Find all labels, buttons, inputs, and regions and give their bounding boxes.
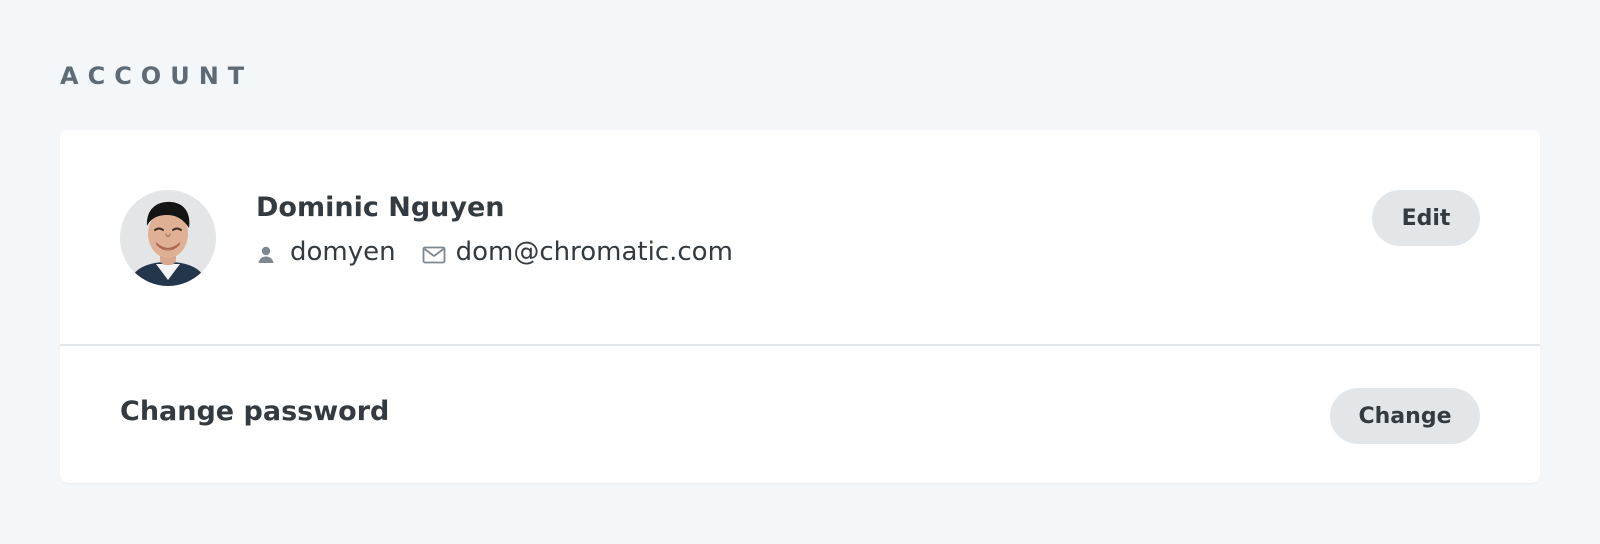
account-card: Dominic Nguyen domyen dom@chromatic.com … <box>60 130 1540 483</box>
profile-meta: domyen dom@chromatic.com <box>256 237 759 267</box>
change-password-label: Change password <box>120 396 390 427</box>
mail-icon <box>422 242 446 264</box>
avatar <box>120 190 216 286</box>
email-text[interactable]: dom@chromatic.com <box>456 237 733 267</box>
change-password-button[interactable]: Change <box>1330 388 1480 444</box>
change-password-row: Change password Change <box>60 346 1540 483</box>
user-icon <box>256 242 276 263</box>
profile-name: Dominic Nguyen <box>256 192 505 223</box>
email-item: dom@chromatic.com <box>422 237 733 267</box>
username-text: domyen <box>290 237 396 267</box>
profile-info: Dominic Nguyen domyen dom@chromatic.com <box>256 192 759 267</box>
username-item: domyen <box>256 237 396 267</box>
profile-row: Dominic Nguyen domyen dom@chromatic.com … <box>60 130 1540 346</box>
section-title: Account <box>60 62 254 90</box>
edit-button[interactable]: Edit <box>1372 190 1480 246</box>
